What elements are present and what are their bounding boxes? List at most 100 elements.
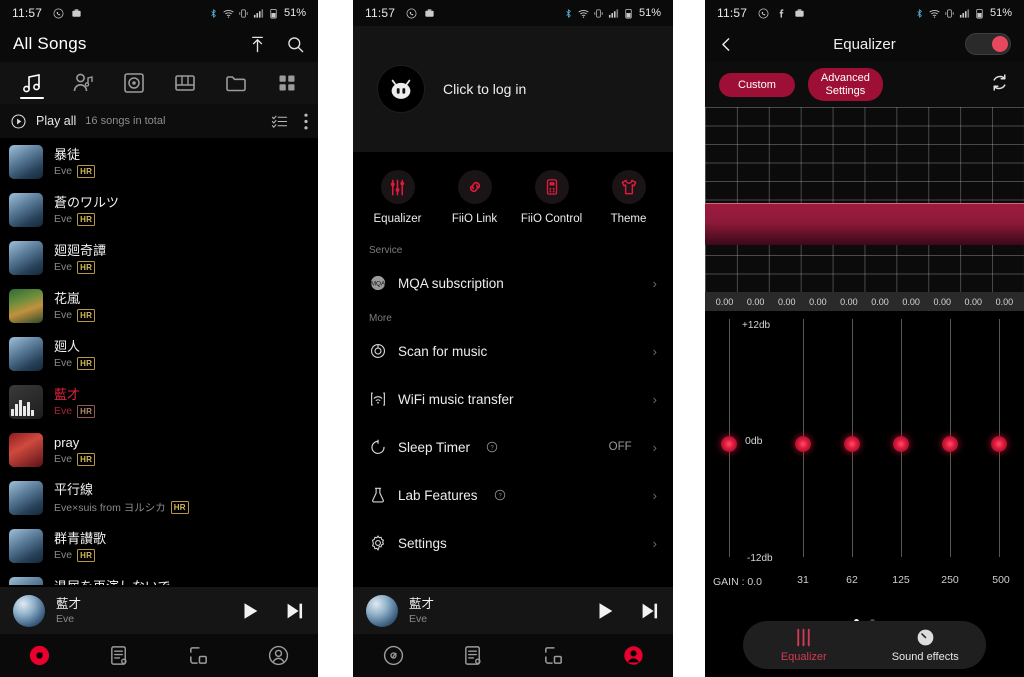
table-row[interactable]: pray Eve HR	[0, 426, 318, 474]
eq-slider-thumb[interactable]	[893, 436, 909, 452]
row-overflow-icon[interactable]	[299, 539, 307, 554]
vibrate-icon	[239, 8, 248, 18]
row-overflow-icon[interactable]	[299, 443, 307, 458]
play-all-bar[interactable]: Play all 16 songs in total	[0, 104, 318, 138]
menu-item-settings[interactable]: Settings ›	[353, 519, 673, 567]
status-bar-3: 11:57 51%	[705, 0, 1024, 26]
next-button[interactable]	[283, 600, 305, 622]
song-title: 藍才	[54, 386, 81, 402]
sidebar-item-profile[interactable]	[593, 644, 673, 667]
cat-tab-songs[interactable]	[6, 62, 57, 104]
cat-tab-artists[interactable]	[57, 62, 108, 104]
album-art	[9, 193, 43, 227]
search-icon[interactable]	[286, 35, 305, 54]
play-circle-icon[interactable]	[10, 113, 27, 130]
quick-action-label: Theme	[610, 213, 647, 225]
song-title: 廻人	[54, 338, 81, 354]
cat-tab-genres[interactable]	[159, 62, 210, 104]
now-playing-artist: Eve	[56, 612, 75, 625]
row-overflow-icon[interactable]	[299, 203, 307, 218]
table-row[interactable]: 退屈を再演しないで Eve HR	[0, 570, 318, 585]
refresh-icon	[993, 73, 1006, 91]
overflow-menu-icon[interactable]	[304, 113, 308, 130]
row-overflow-icon[interactable]	[299, 155, 307, 170]
row-overflow-icon[interactable]	[299, 395, 307, 410]
advanced-settings-button[interactable]: Advanced Settings	[807, 68, 883, 101]
equalizer-sliders[interactable]: +12db 0db -12db GAIN : 0.0 31 62 125 250…	[705, 311, 1024, 596]
sidebar-item-music[interactable]	[0, 644, 80, 667]
table-row[interactable]: 廻廻奇譚 Eve HR	[0, 234, 318, 282]
help-icon[interactable]: ?	[494, 489, 506, 501]
equalizer-icon	[380, 170, 415, 204]
menu-item-label: Sleep Timer	[398, 439, 471, 455]
song-list[interactable]: 暴徒 Eve HR 蒼のワルツ Eve HR 廻廻奇譚 Eve HR 花嵐 Ev…	[0, 138, 318, 585]
preset-button[interactable]: Custom	[719, 72, 795, 97]
eq-band-value: 0.00	[902, 296, 920, 307]
play-button[interactable]	[594, 600, 616, 622]
row-overflow-icon[interactable]	[299, 491, 307, 506]
eq-slider-thumb[interactable]	[991, 436, 1007, 452]
menu-item-scan-for-music[interactable]: Scan for music ›	[353, 327, 673, 375]
hr-badge: HR	[77, 260, 96, 274]
quick-action-equalizer[interactable]: Equalizer	[359, 170, 436, 225]
cat-tab-folders[interactable]	[210, 62, 261, 104]
eq-band-value: 0.00	[840, 296, 858, 307]
sidebar-item-music[interactable]	[353, 644, 433, 667]
eq-band-value: 0.00	[964, 296, 983, 307]
tab-equalizer[interactable]: Equalizer	[743, 627, 865, 663]
eq-slider-thumb[interactable]	[721, 436, 737, 452]
menu-item-mqa[interactable]: MQA MQA subscription ›	[353, 259, 673, 307]
table-row-playing[interactable]: 藍才 Eve HR	[0, 378, 318, 426]
mini-player-1[interactable]: 藍才 Eve	[0, 587, 318, 634]
equalizer-toggle[interactable]	[965, 33, 1011, 55]
eq-band-value: 0.00	[933, 296, 951, 307]
table-row[interactable]: 蒼のワルツ Eve HR	[0, 186, 318, 234]
table-row[interactable]: 廻人 Eve HR	[0, 330, 318, 378]
table-row[interactable]: 群青讃歌 Eve HR	[0, 522, 318, 570]
sidebar-item-playlist[interactable]	[433, 644, 513, 667]
svg-text:MQA: MQA	[371, 280, 386, 287]
knob-icon	[917, 629, 934, 646]
table-row[interactable]: 暴徒 Eve HR	[0, 138, 318, 186]
upload-icon[interactable]	[248, 35, 267, 54]
cat-tab-albums[interactable]	[108, 62, 159, 104]
menu-item-sleep-timer[interactable]: Sleep Timer ? OFF ›	[353, 423, 673, 471]
next-button[interactable]	[638, 600, 660, 622]
reset-button[interactable]	[989, 72, 1010, 98]
quick-action-theme[interactable]: Theme	[590, 170, 667, 225]
row-overflow-icon[interactable]	[299, 347, 307, 362]
sidebar-item-cast[interactable]	[513, 644, 593, 667]
play-button[interactable]	[239, 600, 261, 622]
quick-action-fiio-link[interactable]: FiiO Link	[436, 170, 513, 225]
row-overflow-icon[interactable]	[299, 299, 307, 314]
all-songs-header: All Songs	[0, 26, 318, 62]
chevron-left-icon[interactable]	[718, 36, 735, 53]
mini-player-2[interactable]: 藍才 Eve	[353, 587, 673, 634]
scale-label-bottom: -12db	[747, 553, 773, 564]
menu-item-wifi-transfer[interactable]: WiFi music transfer ›	[353, 375, 673, 423]
login-block[interactable]: Click to log in	[353, 26, 673, 152]
menu-item-lab-features[interactable]: Lab Features ? ›	[353, 471, 673, 519]
table-row[interactable]: 平行線 Eve×suis from ヨルシカ HR	[0, 474, 318, 522]
help-icon[interactable]: ?	[486, 441, 498, 453]
multi-select-icon[interactable]	[271, 113, 288, 130]
sidebar-item-profile[interactable]	[239, 644, 319, 667]
table-row[interactable]: 花嵐 Eve HR	[0, 282, 318, 330]
scan-icon	[370, 343, 386, 359]
eq-slider-thumb[interactable]	[942, 436, 958, 452]
frequency-label: 250	[941, 574, 959, 586]
sidebar-item-playlist[interactable]	[80, 644, 160, 667]
now-playing-title: 藍才	[409, 596, 435, 611]
cat-tab-grid[interactable]	[261, 62, 312, 104]
tab-sound-effects[interactable]: Sound effects	[865, 627, 987, 663]
quick-action-fiio-control[interactable]: FiiO Control	[513, 170, 590, 225]
song-count: 16 songs in total	[85, 115, 166, 127]
status-bar-1: 11:57 51%	[0, 0, 318, 26]
equalizer-graph[interactable]	[705, 107, 1024, 292]
sidebar-item-cast[interactable]	[159, 644, 239, 667]
eq-slider-thumb[interactable]	[844, 436, 860, 452]
row-overflow-icon[interactable]	[299, 251, 307, 266]
playlist-icon	[110, 646, 127, 665]
eq-slider-thumb[interactable]	[795, 436, 811, 452]
song-artist: Eve	[54, 453, 73, 465]
